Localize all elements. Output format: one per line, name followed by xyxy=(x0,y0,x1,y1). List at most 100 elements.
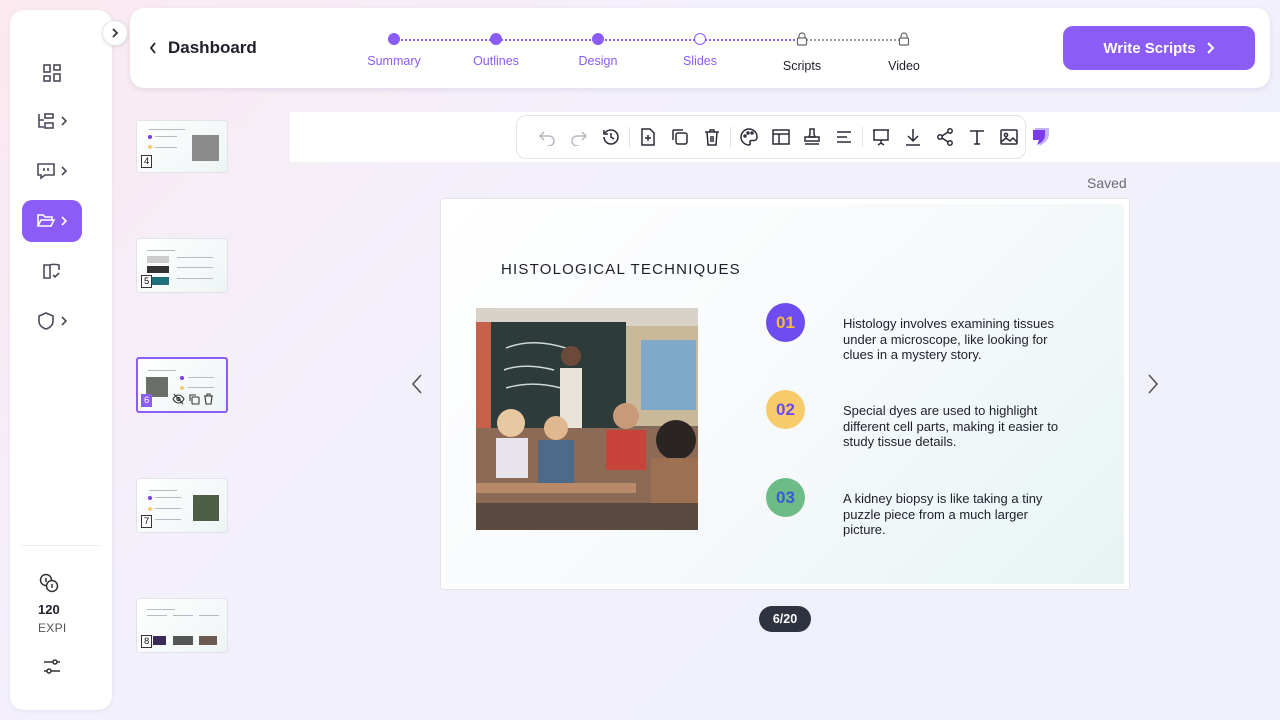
slide-photo-classroom[interactable] xyxy=(476,308,698,530)
duplicate-icon[interactable] xyxy=(188,393,200,405)
thumb-number: 4 xyxy=(141,155,153,168)
thumb-line xyxy=(188,387,214,388)
write-scripts-label: Write Scripts xyxy=(1103,39,1196,57)
palette-icon xyxy=(739,128,758,146)
thumb-image xyxy=(173,636,193,645)
thumb-image xyxy=(147,266,169,273)
step-outlines[interactable]: Outlines xyxy=(451,30,541,68)
chevron-right-icon xyxy=(61,316,68,326)
toolbar-divider xyxy=(729,127,731,147)
thumb-image xyxy=(193,495,219,521)
thumb-image xyxy=(199,636,217,645)
step-label: Slides xyxy=(682,54,718,68)
hide-eye-icon[interactable] xyxy=(172,393,185,405)
rail-item-shield[interactable] xyxy=(22,300,82,342)
thumb-dot xyxy=(148,507,152,511)
delete-button[interactable] xyxy=(696,121,728,153)
slide-pager: 6/20 xyxy=(759,606,811,632)
slide-canvas[interactable]: HISTOLOGICAL TECHNIQUES 01 Histology inv… xyxy=(440,198,1130,590)
step-dot xyxy=(490,33,502,45)
slide-thumbnail-8[interactable]: 8 xyxy=(136,598,228,653)
rail-collapse-toggle[interactable] xyxy=(102,20,128,46)
presentation-chat-icon xyxy=(37,163,55,180)
chevron-left-icon xyxy=(411,374,422,394)
thumb-image xyxy=(153,636,166,645)
lock-icon xyxy=(796,32,808,46)
save-status: Saved xyxy=(1087,175,1127,191)
step-dot xyxy=(592,33,604,45)
image-button[interactable] xyxy=(993,121,1025,153)
rail-item-outline[interactable] xyxy=(22,100,82,142)
thumb-line xyxy=(147,250,175,251)
duplicate-button[interactable] xyxy=(664,121,696,153)
step-scripts[interactable]: Scripts xyxy=(757,30,847,73)
slide-thumbnail-4[interactable]: 4 xyxy=(136,120,228,173)
download-icon xyxy=(906,129,921,146)
write-scripts-button[interactable]: Write Scripts xyxy=(1063,26,1255,70)
previous-slide-arrow[interactable] xyxy=(410,372,424,401)
thumb-line xyxy=(148,370,176,371)
step-label: Video xyxy=(888,59,920,73)
delete-icon[interactable] xyxy=(203,393,214,405)
thumb-line xyxy=(177,278,213,279)
step-summary[interactable]: Summary xyxy=(349,30,439,68)
thumb-dot xyxy=(180,376,184,380)
progress-steps: Summary Outlines Design Slides Scripts V… xyxy=(360,30,920,80)
slide-title[interactable]: HISTOLOGICAL TECHNIQUES xyxy=(501,261,741,278)
align-button[interactable] xyxy=(828,121,860,153)
history-button[interactable] xyxy=(595,121,627,153)
editor-toolbar xyxy=(516,115,1026,159)
shield-icon xyxy=(38,312,54,330)
thumb-line xyxy=(147,615,167,616)
thumb-line xyxy=(155,508,181,509)
next-slide-arrow[interactable] xyxy=(1146,372,1160,401)
download-button[interactable] xyxy=(897,121,929,153)
credits-unit: EXPI xyxy=(38,621,67,635)
lock-icon xyxy=(898,32,910,46)
layout-button[interactable] xyxy=(765,121,797,153)
thumb-line xyxy=(177,257,213,258)
toolbar-divider xyxy=(862,127,864,147)
chevron-right-icon xyxy=(112,28,119,38)
redo-icon xyxy=(571,131,587,146)
text-button[interactable] xyxy=(961,121,993,153)
credits[interactable]: 120 EXPI xyxy=(10,573,90,635)
image-icon xyxy=(1000,129,1018,145)
stamp-button[interactable] xyxy=(797,121,829,153)
present-button[interactable] xyxy=(865,121,897,153)
undo-button[interactable] xyxy=(531,121,563,153)
thumb-line xyxy=(149,490,177,491)
theme-button[interactable] xyxy=(733,121,765,153)
step-design[interactable]: Design xyxy=(553,30,643,68)
slide-thumbnail-6[interactable]: 6 xyxy=(136,357,228,413)
step-label: Outlines xyxy=(473,54,519,68)
step-video[interactable]: Video xyxy=(859,30,949,73)
thumb-line xyxy=(155,136,177,137)
step-slides[interactable]: Slides xyxy=(655,30,745,68)
point-number-badge: 01 xyxy=(766,303,805,342)
rail-item-dashboard[interactable] xyxy=(22,52,82,94)
thumb-number: 5 xyxy=(141,275,153,288)
thumb-number: 7 xyxy=(141,515,153,528)
thumb-line xyxy=(188,377,214,378)
rail-item-presentation[interactable] xyxy=(22,150,82,192)
back-to-dashboard[interactable]: Dashboard xyxy=(148,38,257,58)
present-icon xyxy=(873,129,890,146)
settings-sliders[interactable] xyxy=(42,658,62,681)
step-label: Summary xyxy=(367,54,421,68)
slide-thumbnail-5[interactable]: 5 xyxy=(136,238,228,293)
dashboard-grid-icon xyxy=(43,64,61,82)
rail-item-files[interactable] xyxy=(22,200,82,242)
coins-icon xyxy=(39,573,59,593)
share-button[interactable] xyxy=(929,121,961,153)
rail-item-book[interactable] xyxy=(22,250,82,292)
thumb-number: 8 xyxy=(141,635,153,648)
slide-thumbnail-7[interactable]: 7 xyxy=(136,478,228,533)
add-slide-button[interactable] xyxy=(632,121,664,153)
thumb-dot xyxy=(180,386,184,390)
back-label: Dashboard xyxy=(168,38,257,57)
redo-button[interactable] xyxy=(563,121,595,153)
thumb-line xyxy=(173,615,193,616)
point-text: Histology involves examining tissues und… xyxy=(843,316,1054,363)
toolbar-divider xyxy=(628,127,630,147)
